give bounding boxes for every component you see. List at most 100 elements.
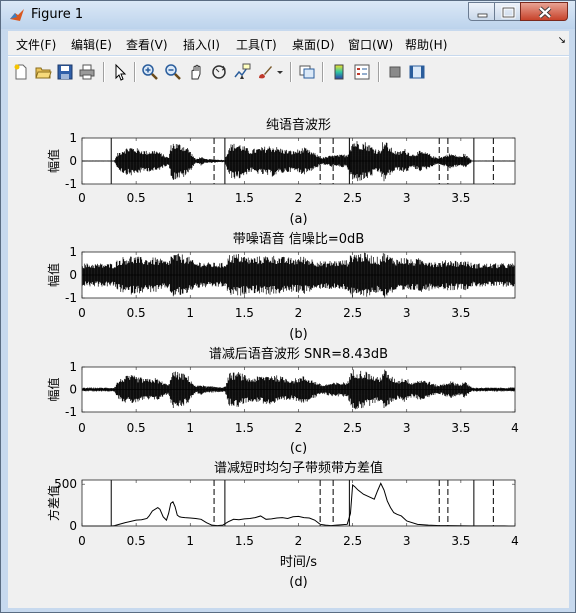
x-tick-label: 2.5 [343,534,362,548]
figure-svg: 纯语音波形幅值(a)0 0.5 1 1.5 2 2.5 3 3.510-1带噪语音 信噪比=0… [46,117,519,590]
menu-edit[interactable]: 编辑(E) [71,36,112,53]
menu-file[interactable]: 文件(F) [16,36,56,53]
dock-arrow-icon[interactable]: ↘ [558,35,566,46]
x-tick-label: 0 [78,534,86,548]
x-tick-label: 3 [403,191,411,205]
x-tick-label: 0 [78,191,86,205]
save-icon[interactable] [56,63,74,81]
x-axis-label: 时间/s [280,555,317,570]
plot-title: 带噪语音 信噪比=0dB [233,231,364,247]
y-tick-label: -1 [65,177,77,191]
y-tick-label: 1 [69,131,77,145]
close-button[interactable] [520,2,568,21]
x-tick-label: 2 [295,421,303,435]
x-tick-label: 0 [78,421,86,435]
y-tick-label: 0 [69,154,77,168]
panel-caption: (a) [289,212,307,227]
toolbar-separator [134,62,136,82]
maximize-button[interactable] [494,2,521,21]
y-tick-label: 1 [69,245,77,259]
x-tick-label: 2 [295,306,303,320]
figure-window: Figure 1 文件(F) 编辑(E) 查看(V) 插入(I) 工具(T) 桌… [0,0,576,613]
x-tick-label: 1.5 [235,306,254,320]
close-icon [538,6,552,19]
y-axis-label: 幅值 [46,377,61,401]
insert-colorbar-icon[interactable] [330,63,348,81]
x-tick-label: 1.5 [235,191,254,205]
zoom-in-icon[interactable] [141,63,159,81]
x-tick-label: 1.5 [235,534,254,548]
brush-dropdown-icon[interactable] [276,63,284,81]
panel-caption: (b) [289,327,307,342]
y-tick-label: 0 [69,519,77,533]
x-tick-label: 3.5 [451,421,470,435]
plot-title: 纯语音波形 [266,117,331,133]
x-tick-label: 2.5 [343,191,362,205]
x-tick-label: 3.5 [451,306,470,320]
data-cursor-icon[interactable] [233,63,251,81]
x-tick-label: 2.5 [343,306,362,320]
hide-plot-tools-icon[interactable] [386,63,404,81]
matlab-icon [10,9,24,21]
x-tick-label: 3.5 [451,191,470,205]
open-file-icon[interactable] [34,63,52,81]
x-tick-label: 0.5 [127,421,146,435]
show-plot-tools-icon[interactable] [408,63,426,81]
pan-icon[interactable] [187,63,205,81]
x-tick-label: 1 [186,306,194,320]
menu-insert[interactable]: 插入(I) [183,36,220,53]
print-icon[interactable] [78,63,96,81]
x-tick-label: 1 [186,421,194,435]
x-tick-label: 4 [511,421,519,435]
x-tick-label: 2 [295,191,303,205]
rotate-3d-icon[interactable] [210,63,228,81]
x-tick-label: 1.5 [235,421,254,435]
x-tick-label: 3 [403,306,411,320]
y-tick-label: 0 [69,383,77,397]
menu-tools[interactable]: 工具(T) [236,36,277,53]
menu-window[interactable]: 窗口(W) [348,36,393,53]
y-tick-label: 0 [69,268,77,282]
figure-toolbar [8,56,569,87]
pointer-icon[interactable] [111,63,129,81]
y-tick-label: -1 [65,405,77,419]
panel-caption: (d) [289,575,307,590]
x-tick-label: 1 [186,191,194,205]
toolbar-separator [322,62,324,82]
y-axis-label: 幅值 [46,263,61,287]
panel-caption: (c) [290,441,307,456]
y-tick-label: 500 [54,477,77,491]
toolbar-separator [290,62,292,82]
toolbar-separator [103,62,105,82]
plot-title: 谱减短时均匀子带频带方差值 [214,460,383,476]
y-tick-label: 1 [69,360,77,374]
link-plot-icon[interactable] [298,63,316,81]
x-tick-label: 0 [78,306,86,320]
x-tick-label: 0.5 [127,534,146,548]
zoom-out-icon[interactable] [164,63,182,81]
menu-bar: 文件(F) 编辑(E) 查看(V) 插入(I) 工具(T) 桌面(D) 窗口(W… [8,31,569,55]
x-tick-label: 3.5 [451,534,470,548]
menu-view[interactable]: 查看(V) [126,36,168,53]
x-tick-label: 1 [186,534,194,548]
new-figure-icon[interactable] [12,63,30,81]
plot-background [82,480,515,526]
y-axis-label: 幅值 [46,149,61,173]
title-bar[interactable]: Figure 1 [1,1,575,29]
insert-legend-icon[interactable] [353,63,371,81]
x-tick-label: 0.5 [127,191,146,205]
x-tick-label: 3 [403,421,411,435]
plot-title: 谱减后语音波形 SNR=8.43dB [209,346,388,362]
x-tick-label: 4 [511,534,519,548]
brush-icon[interactable] [256,63,274,81]
window-title: Figure 1 [31,7,84,22]
y-tick-label: -1 [65,291,77,305]
x-tick-label: 2.5 [343,421,362,435]
maximize-icon [501,6,516,19]
menu-desktop[interactable]: 桌面(D) [292,36,335,53]
minimize-button[interactable] [468,2,495,21]
x-tick-label: 0.5 [127,306,146,320]
menu-help[interactable]: 帮助(H) [405,36,447,53]
figure-canvas[interactable]: 纯语音波形 幅值 (a) 0 0.5 1 1.5 2 2.5 3 3.5 1 0 -1 带噪语音 信噪比=0… [8,87,569,608]
toolbar-separator [378,62,380,82]
